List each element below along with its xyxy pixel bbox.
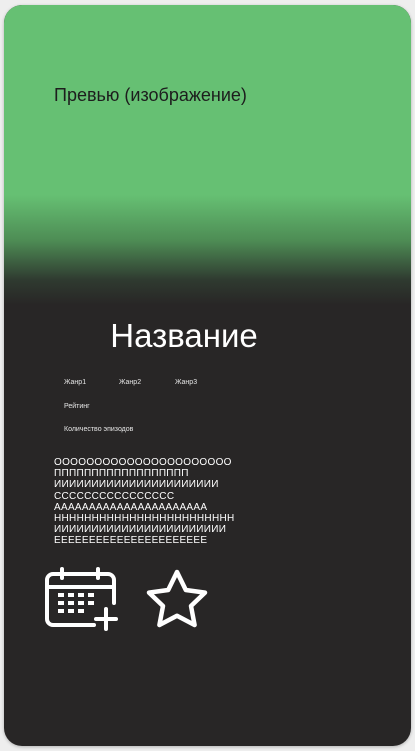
description-line: ОООООООООООООООООООООО <box>54 457 232 468</box>
description-line: ЕЕЕЕЕЕЕЕЕЕЕЕЕЕЕЕЕЕЕЕЕЕ <box>54 535 208 547</box>
preview-label: Превью (изображение) <box>54 85 247 105</box>
rating-label: Рейтинг <box>64 403 90 410</box>
description-line: ИИИИИИИИИИИИИИИИИИИИИИИ <box>54 524 227 536</box>
description-line: НННННННННННННННННННННННН <box>54 513 235 525</box>
star-outline-icon <box>146 569 208 628</box>
preview-image: Превью (изображение) <box>4 5 411 305</box>
add-to-calendar-button[interactable] <box>44 567 122 631</box>
description-line: СССССССССССССССС <box>54 490 175 502</box>
anime-card: Превью (изображение) Название Жанр1 Жанр… <box>4 5 411 746</box>
description: ОООООООООООООООООООООО ППППППППППППППППП… <box>54 457 235 547</box>
title: Название <box>110 317 258 354</box>
description-line: ПППППППППППППППППП <box>54 468 189 480</box>
description-line: ИИИИИИИИИИИИИИИИИИИИИИ <box>54 479 219 491</box>
favorite-button[interactable] <box>142 567 212 631</box>
description-line: АААААААААААААААААААААА <box>54 501 208 513</box>
episodes-label: Количество эпизодов <box>64 426 134 433</box>
genre-2: Жанр2 <box>119 379 142 386</box>
calendar-add-icon <box>45 567 118 631</box>
genre-1: Жанр1 <box>64 379 87 386</box>
genre-3: Жанр3 <box>175 379 198 386</box>
